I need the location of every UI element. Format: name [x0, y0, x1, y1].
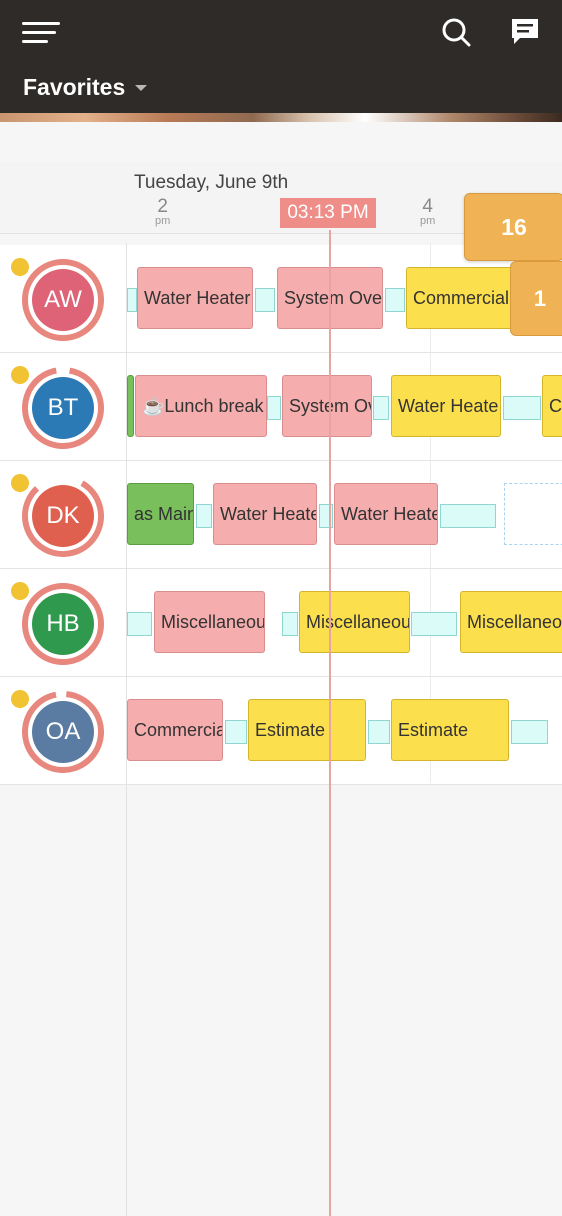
search-icon[interactable]	[440, 16, 474, 50]
overflow-count-badge-secondary[interactable]: 1	[510, 261, 562, 336]
workload-ring: BT	[22, 367, 104, 449]
appointment-card[interactable]: Co	[542, 375, 562, 437]
avatar[interactable]: HB	[32, 593, 94, 655]
appointment-card[interactable]: Miscellaneou	[154, 591, 265, 653]
favorites-label: Favorites	[23, 74, 126, 100]
travel-block	[511, 720, 548, 744]
status-dot	[11, 582, 29, 600]
empty-slot[interactable]	[504, 483, 562, 545]
travel-block	[385, 288, 405, 312]
avatar[interactable]: AW	[32, 269, 94, 331]
avatar[interactable]: BT	[32, 377, 94, 439]
appointment-card[interactable]: Estimate	[391, 699, 509, 761]
avatar[interactable]: DK	[32, 485, 94, 547]
status-dot	[11, 474, 29, 492]
hour-marker-4pm: 4 pm	[420, 196, 436, 227]
dispatch-board: Favorites Tuesday, June 9th 2 pm 03:13 P…	[0, 0, 562, 1216]
top-app-bar: Favorites	[0, 0, 562, 113]
status-dot	[11, 690, 29, 708]
hour-marker-2pm: 2 pm	[155, 196, 171, 227]
current-time-line	[329, 230, 331, 1216]
appointment-card[interactable]	[127, 375, 134, 437]
appointment-card[interactable]: ☕Lunch break	[135, 375, 267, 437]
appointment-card[interactable]: Estimate	[248, 699, 366, 761]
travel-block	[267, 396, 281, 420]
appointment-card[interactable]: Miscellaneo	[460, 591, 562, 653]
travel-block	[373, 396, 389, 420]
travel-block	[225, 720, 247, 744]
travel-block	[440, 504, 496, 528]
current-time-badge: 03:13 PM	[280, 198, 376, 228]
travel-block	[368, 720, 390, 744]
travel-block	[196, 504, 212, 528]
appointment-card[interactable]: Water Heate	[213, 483, 317, 545]
travel-block	[503, 396, 541, 420]
header-banner-image	[0, 113, 562, 122]
appointment-card[interactable]: Commercia	[127, 699, 223, 761]
chat-icon[interactable]	[508, 16, 542, 50]
menu-icon[interactable]	[22, 20, 62, 46]
workload-ring: HB	[22, 583, 104, 665]
travel-block	[255, 288, 275, 312]
travel-block	[411, 612, 457, 636]
chevron-down-icon	[135, 84, 148, 91]
travel-block	[127, 612, 152, 636]
appointment-card[interactable]: Water Heater	[137, 267, 253, 329]
appointment-card[interactable]: as Main	[127, 483, 194, 545]
timeline-date: Tuesday, June 9th	[134, 172, 289, 193]
status-dot	[11, 366, 29, 384]
workload-ring: AW	[22, 259, 104, 341]
travel-block	[127, 288, 137, 312]
appointment-card[interactable]: Miscellaneou	[299, 591, 410, 653]
overflow-count-badge[interactable]: 16	[464, 193, 562, 261]
travel-block	[282, 612, 298, 636]
workload-ring: OA	[22, 691, 104, 773]
favorites-dropdown[interactable]: Favorites	[23, 74, 148, 101]
appointment-card[interactable]: System Ov	[282, 375, 372, 437]
appointment-card[interactable]: Commercial	[406, 267, 516, 329]
appointment-card[interactable]: Water Heate	[334, 483, 438, 545]
appointment-card[interactable]: Water Heate	[391, 375, 501, 437]
status-dot	[11, 258, 29, 276]
workload-ring: DK	[22, 475, 104, 557]
schedule-grid: Water Heater System Ove Commercial ☕Lunc…	[127, 243, 562, 1216]
avatar[interactable]: OA	[32, 701, 94, 763]
